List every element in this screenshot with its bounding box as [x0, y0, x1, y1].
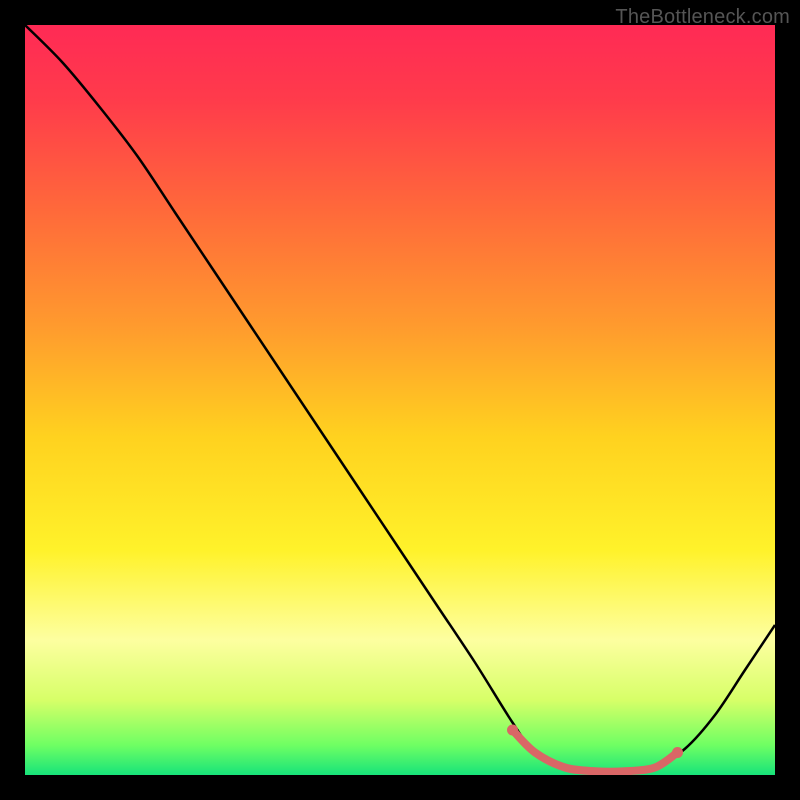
optimal-region-dot — [507, 725, 518, 736]
optimal-region-dot — [672, 747, 683, 758]
watermark-label: TheBottleneck.com — [615, 6, 790, 29]
bottleneck-chart-svg — [25, 25, 775, 775]
chart-area — [25, 25, 775, 775]
chart-gradient-background — [25, 25, 775, 775]
